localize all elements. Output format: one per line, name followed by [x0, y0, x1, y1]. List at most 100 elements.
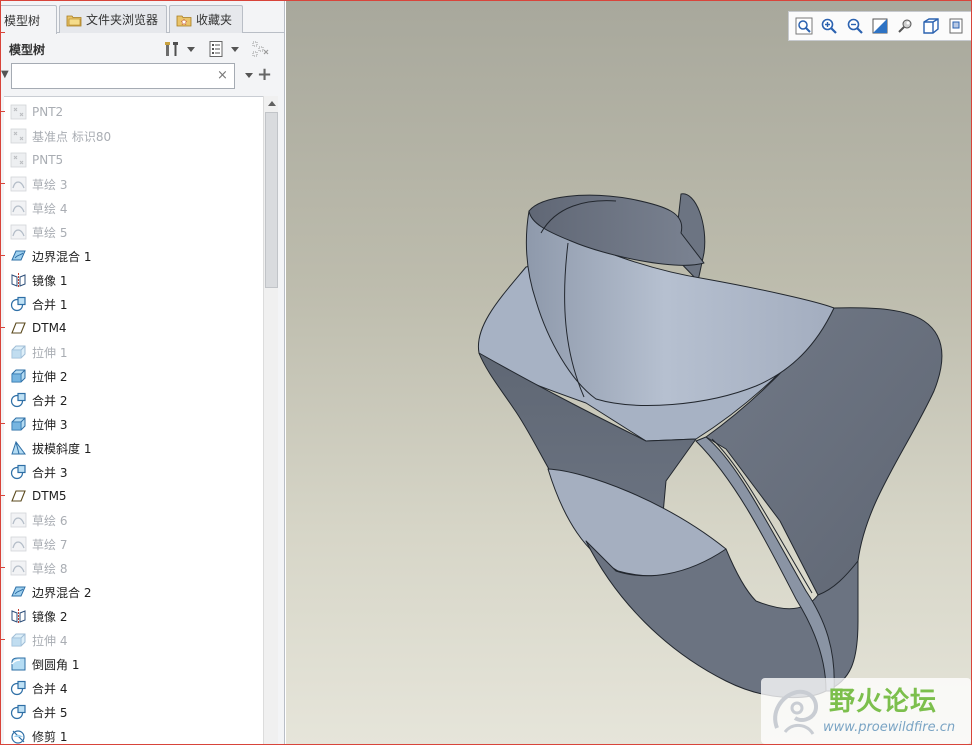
merge-icon	[10, 680, 27, 696]
tree-item-label: 草绘 4	[32, 201, 68, 216]
tree-columns-icon	[252, 41, 269, 57]
sketch-icon	[10, 224, 27, 240]
tree-item[interactable]: 草绘 5	[4, 220, 263, 244]
tree-item[interactable]: 草绘 8	[4, 556, 263, 580]
watermark-url: www.proewildfire.cn	[823, 720, 956, 735]
watermark-title: 野火论坛	[829, 687, 938, 717]
refit-icon	[795, 17, 813, 35]
tree-item[interactable]: 镜像 2	[4, 604, 263, 628]
tree-item[interactable]: 边界混合 1	[4, 244, 263, 268]
zoom-out-button[interactable]	[844, 15, 865, 37]
zoom-out-icon	[847, 18, 863, 34]
merge-icon	[10, 392, 27, 408]
tree-item[interactable]: DTM4	[4, 316, 263, 340]
tab-favorites[interactable]: 收藏夹	[169, 5, 243, 33]
tree-item[interactable]: 镜像 1	[4, 268, 263, 292]
tree-item-label: 拉伸 2	[32, 369, 68, 384]
clear-icon[interactable]: ×	[217, 68, 228, 83]
display-style-button[interactable]	[920, 15, 941, 37]
perspective-icon	[898, 19, 912, 33]
tree-item[interactable]: 合并 2	[4, 388, 263, 412]
repaint-button[interactable]	[869, 15, 890, 37]
tree-item-label: 修剪 1	[32, 729, 68, 744]
tree-item-label: 拉伸 4	[32, 633, 68, 648]
tree-filter-button[interactable]	[251, 39, 271, 59]
tree-item-label: 草绘 5	[32, 225, 68, 240]
wildfire-logo-icon	[773, 689, 818, 735]
tree-item[interactable]: 拔模斜度 1	[4, 436, 263, 460]
settings-button[interactable]	[163, 39, 195, 59]
tree-item[interactable]: 拉伸 1	[4, 340, 263, 364]
tab-label: 收藏夹	[196, 13, 233, 27]
search-dropdown-icon[interactable]	[245, 73, 253, 78]
tree-item[interactable]: PNT2	[4, 100, 263, 124]
refit-button[interactable]	[793, 15, 814, 37]
folder-browser-icon	[66, 15, 82, 26]
tree-item-label: 倒圆角 1	[32, 657, 80, 672]
navigator-panel: 模型树 文件夹浏览器 收藏夹 模型树 ▼ × + PNT2 基准点 标识80 P…	[1, 1, 285, 744]
tree-item[interactable]: 拉伸 4	[4, 628, 263, 652]
extrude-icon	[10, 368, 27, 384]
tree-item-label: 草绘 7	[32, 537, 68, 552]
tree-item-label: 合并 2	[32, 393, 68, 408]
tree-item-label: 草绘 3	[32, 177, 68, 192]
datum-point-icon	[10, 152, 27, 168]
tab-model-tree[interactable]: 模型树	[1, 5, 57, 34]
tree-item-label: 合并 4	[32, 681, 68, 696]
sketch-icon	[10, 200, 27, 216]
show-menu-button[interactable]	[207, 39, 239, 59]
tree-item-label: 合并 1	[32, 297, 68, 312]
perspective-button[interactable]	[895, 15, 916, 37]
tree-item[interactable]: 草绘 4	[4, 196, 263, 220]
zoom-in-button[interactable]	[818, 15, 839, 37]
add-filter-button[interactable]: +	[257, 64, 272, 85]
tree-item[interactable]: 合并 4	[4, 676, 263, 700]
tree-item-label: DTM5	[32, 489, 67, 503]
3d-model-view[interactable]	[286, 1, 972, 745]
tree-item[interactable]: 边界混合 2	[4, 580, 263, 604]
tree-item[interactable]: 基准点 标识80	[4, 124, 263, 148]
tree-title: 模型树	[9, 43, 46, 57]
datum-point-icon	[10, 128, 27, 144]
repaint-icon	[872, 18, 888, 34]
forum-watermark: 野火论坛 www.proewildfire.cn	[761, 678, 971, 744]
tab-folder-browser[interactable]: 文件夹浏览器	[59, 5, 167, 33]
tree-item-label: 拉伸 1	[32, 345, 68, 360]
tree-item[interactable]: 草绘 7	[4, 532, 263, 556]
scroll-up-arrow-icon[interactable]	[264, 96, 279, 111]
tree-item-label: 草绘 6	[32, 513, 68, 528]
navigator-tabs: 模型树 文件夹浏览器 收藏夹	[1, 5, 285, 34]
tree-item-label: 合并 3	[32, 465, 68, 480]
tree-item[interactable]: 拉伸 3	[4, 412, 263, 436]
tree-item-label: 拔模斜度 1	[32, 441, 92, 456]
tree-item[interactable]: PNT5	[4, 148, 263, 172]
sketch-icon	[10, 560, 27, 576]
tree-item[interactable]: 合并 5	[4, 700, 263, 724]
view-toolbar	[788, 11, 971, 41]
saved-views-button[interactable]	[946, 15, 967, 37]
mirror-icon	[10, 608, 27, 624]
scrollbar-thumb[interactable]	[265, 112, 278, 288]
trim-icon	[10, 728, 27, 744]
tree-scrollbar[interactable]	[263, 96, 279, 744]
tree-header: 模型树	[1, 35, 285, 61]
extrude-icon	[10, 344, 27, 360]
tree-item[interactable]: DTM5	[4, 484, 263, 508]
tree-item[interactable]: 合并 1	[4, 292, 263, 316]
datum-plane-icon	[10, 320, 27, 336]
tree-search-input[interactable]	[11, 63, 235, 89]
saved-views-icon	[949, 18, 963, 34]
extrude-icon	[10, 416, 27, 432]
tree-item-label: DTM4	[32, 321, 67, 335]
tree-item[interactable]: 拉伸 2	[4, 364, 263, 388]
boundary-blend-icon	[10, 584, 27, 600]
graphics-window[interactable]: 野火论坛 www.proewildfire.cn	[286, 1, 972, 745]
tree-item[interactable]: 修剪 1	[4, 724, 263, 744]
tree-item[interactable]: 草绘 6	[4, 508, 263, 532]
tree-item[interactable]: 草绘 3	[4, 172, 263, 196]
list-view-icon	[209, 41, 223, 57]
tree-item[interactable]: 合并 3	[4, 460, 263, 484]
shaded-cube-icon	[923, 18, 939, 34]
tree-item-label: PNT2	[32, 105, 64, 119]
tree-item[interactable]: 倒圆角 1	[4, 652, 263, 676]
